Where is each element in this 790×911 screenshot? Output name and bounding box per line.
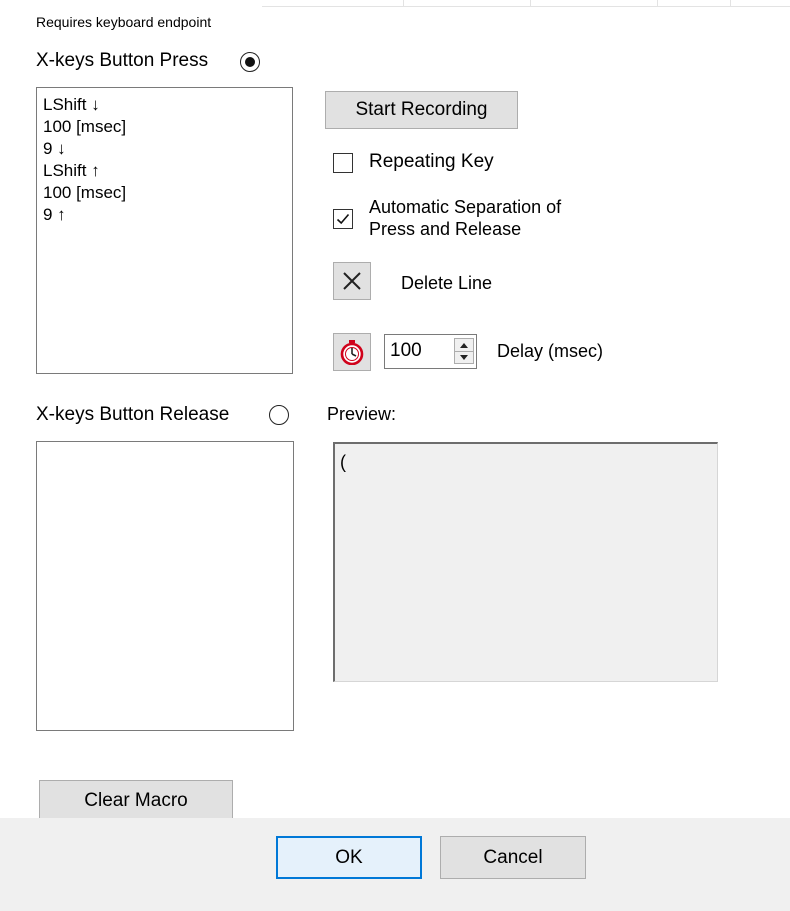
delay-value: 100 — [390, 340, 422, 361]
press-macro-list[interactable]: LShift ↓ 100 [msec] 9 ↓ LShift ↑ 100 [msec] 9… — [36, 87, 293, 374]
auto-separation-label-line2: Press and Release — [369, 219, 522, 239]
list-item[interactable]: 100 [msec] — [37, 182, 126, 204]
top-divider — [262, 0, 790, 7]
list-item[interactable]: 100 [msec] — [37, 116, 126, 138]
checkmark-icon — [336, 213, 350, 225]
spinner-buttons[interactable] — [454, 338, 474, 364]
list-item[interactable]: LShift ↓ — [37, 94, 126, 116]
press-section-label: X-keys Button Press — [36, 50, 209, 71]
auto-separation-label-line1: Automatic Separation of — [369, 197, 562, 217]
list-item[interactable]: 9 ↓ — [37, 138, 126, 160]
release-section-label: X-keys Button Release — [36, 404, 230, 425]
cancel-button[interactable]: Cancel — [440, 836, 586, 879]
auto-separation-label: Automatic Separation of Press and Releas… — [369, 196, 561, 240]
stopwatch-icon — [340, 340, 364, 365]
delete-line-label: Delete Line — [401, 273, 493, 293]
auto-separation-checkbox[interactable] — [333, 209, 353, 229]
triangle-up-icon — [460, 342, 468, 348]
endpoint-note: Requires keyboard endpoint — [36, 14, 212, 30]
clear-macro-button[interactable]: Clear Macro — [39, 780, 233, 821]
delay-label: Delay (msec) — [497, 341, 604, 361]
close-x-icon — [343, 272, 361, 290]
radio-checked-icon[interactable] — [240, 52, 260, 72]
triangle-down-icon — [460, 354, 468, 360]
delay-insert-button[interactable] — [333, 333, 371, 371]
release-macro-list[interactable] — [36, 441, 294, 731]
spinner-down-button[interactable] — [455, 351, 473, 363]
preview-box: ( — [333, 442, 718, 682]
delay-value-spinner[interactable]: 100 — [384, 334, 477, 369]
start-recording-button[interactable]: Start Recording — [325, 91, 518, 129]
preview-label: Preview: — [327, 404, 397, 424]
repeating-key-label: Repeating Key — [369, 151, 494, 172]
list-item[interactable]: LShift ↑ — [37, 160, 126, 182]
radio-unchecked-icon[interactable] — [269, 405, 289, 425]
delete-line-button[interactable] — [333, 262, 371, 300]
preview-text: ( — [340, 452, 346, 472]
ok-button[interactable]: OK — [276, 836, 422, 879]
repeating-key-checkbox[interactable] — [333, 153, 353, 173]
list-item[interactable]: 9 ↑ — [37, 204, 126, 226]
